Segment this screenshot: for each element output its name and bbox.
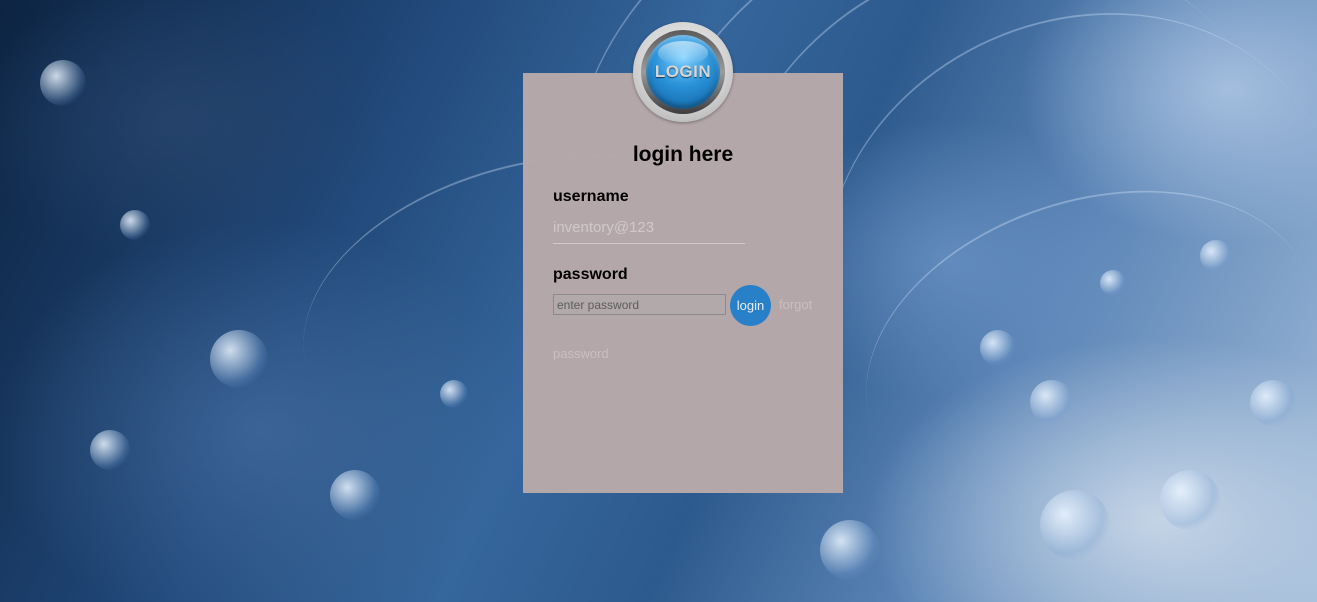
login-button[interactable]: login: [730, 285, 771, 326]
password-label: password: [553, 266, 628, 283]
logo-text: LOGIN: [654, 62, 712, 81]
password-input[interactable]: [553, 294, 726, 315]
username-input[interactable]: [553, 212, 745, 244]
login-title: login here: [632, 143, 734, 166]
forgot-password-link-continued[interactable]: password: [553, 346, 609, 361]
login-badge-icon: LOGIN: [633, 22, 733, 122]
logo-ring: LOGIN: [641, 30, 725, 114]
forgot-password-link[interactable]: forgot: [779, 297, 812, 312]
username-label: username: [553, 188, 629, 205]
logo-core: LOGIN: [646, 35, 720, 109]
